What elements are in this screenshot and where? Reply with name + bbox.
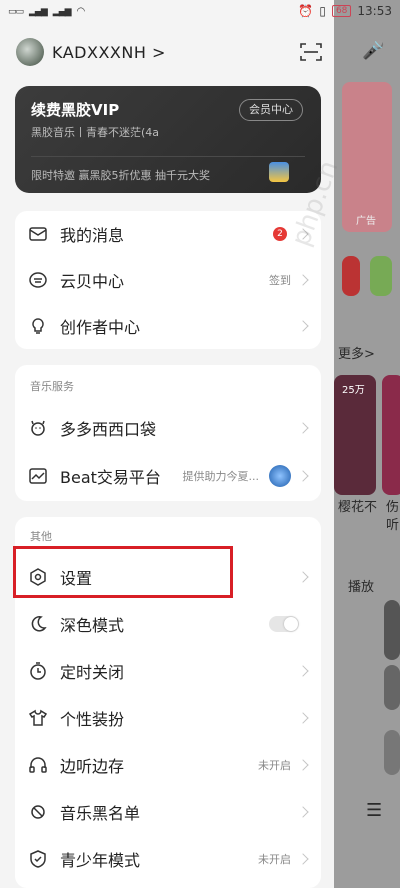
shield-icon xyxy=(30,850,46,868)
background-app: 🎤 广告 更多> 25万 樱花不 伤 听 播放 ☰ xyxy=(334,0,400,888)
chevron-right-icon xyxy=(297,571,309,583)
menu-label: 云贝中心 xyxy=(60,272,125,291)
bg-thumb-1 xyxy=(384,600,400,660)
menu-item-youth-mode[interactable]: 青少年模式 未开启 xyxy=(15,836,321,882)
vip-title: 续费黑胶VIP xyxy=(31,101,120,119)
chart-icon xyxy=(29,468,47,484)
bg-title-1: 樱花不 xyxy=(338,500,378,515)
chevron-right-icon xyxy=(297,806,309,818)
menu-label: 深色模式 xyxy=(60,616,125,635)
menu-item-pocket[interactable]: 多多西西口袋 xyxy=(15,405,321,451)
menu-label: 个性装扮 xyxy=(60,710,125,729)
vibrate-icon: ▯ xyxy=(319,4,326,18)
scan-icon[interactable] xyxy=(300,42,322,62)
chevron-right-icon xyxy=(297,470,309,482)
bg-banner xyxy=(342,82,392,232)
menu-item-blacklist[interactable]: 音乐黑名单 xyxy=(15,789,321,835)
bg-title-2: 伤 xyxy=(386,500,400,515)
menu-label: 定时关闭 xyxy=(60,663,125,682)
member-center-button[interactable]: 会员中心 xyxy=(239,99,303,121)
settings-highlight-box xyxy=(13,546,233,598)
battery-indicator: 68 xyxy=(331,5,352,17)
beat-desc: 提供助力今夏... xyxy=(182,470,260,483)
status-label: 未开启 xyxy=(258,853,291,866)
bg-icon-1 xyxy=(342,256,360,296)
menu-label: 创作者中心 xyxy=(60,318,141,337)
vip-divider xyxy=(31,156,305,157)
menu-label: 青少年模式 xyxy=(60,851,141,870)
wifi-icon: ◠ xyxy=(76,6,86,17)
bg-more[interactable]: 更多> xyxy=(338,343,375,362)
chevron-right-icon xyxy=(297,853,309,865)
checkin-label: 签到 xyxy=(269,274,291,287)
headphone-icon xyxy=(29,757,47,773)
avatar[interactable] xyxy=(16,38,44,66)
menu-item-timer[interactable]: 定时关闭 xyxy=(15,648,321,694)
section-header: 其他 xyxy=(30,530,52,543)
promo-badge-icon xyxy=(269,162,289,182)
menu-label: 边听边存 xyxy=(60,757,125,776)
shirt-icon xyxy=(28,709,48,726)
bg-thumb-3 xyxy=(384,730,400,775)
beat-avatar xyxy=(269,465,291,487)
pet-icon xyxy=(31,420,45,436)
menu-label: 音乐黑名单 xyxy=(60,804,141,823)
menu-item-creator[interactable]: 创作者中心 xyxy=(15,303,321,349)
bg-play-label[interactable]: 播放 xyxy=(348,576,374,595)
coin-icon xyxy=(29,272,47,288)
playlist-icon[interactable]: ☰ xyxy=(366,800,382,821)
menu-item-dressup[interactable]: 个性装扮 xyxy=(15,695,321,741)
chevron-right-icon xyxy=(297,422,309,434)
chevron-right-icon xyxy=(297,665,309,677)
status-label: 未开启 xyxy=(258,759,291,772)
menu-item-beat[interactable]: Beat交易平台 提供助力今夏... xyxy=(15,453,321,499)
mic-icon: 🎤 xyxy=(362,40,385,61)
menu-item-messages[interactable]: 我的消息 2 xyxy=(15,211,321,257)
menu-label: 多多西西口袋 xyxy=(60,420,157,439)
menu-item-cloud-coin[interactable]: 云贝中心 签到 xyxy=(15,257,321,303)
block-icon xyxy=(31,805,45,819)
mail-icon xyxy=(29,227,47,241)
signal-icon: ▂▄▆ xyxy=(52,6,72,17)
menu-label: Beat交易平台 xyxy=(60,468,161,487)
vip-promo[interactable]: 限时特邀 赢黑胶5折优惠 抽千元大奖 xyxy=(31,167,210,183)
username[interactable]: KADXXXNH > xyxy=(52,43,166,62)
dark-mode-toggle[interactable] xyxy=(269,616,299,632)
menu-item-listen-save[interactable]: 边听边存 未开启 xyxy=(15,742,321,788)
signal-icon: ▂▄▆ xyxy=(29,6,48,17)
chevron-right-icon xyxy=(297,320,309,332)
profile-row[interactable]: KADXXXNH > xyxy=(16,38,166,66)
alarm-icon: ⏰ xyxy=(298,4,314,18)
section-header: 音乐服务 xyxy=(30,380,74,393)
menu-label: 我的消息 xyxy=(60,226,125,245)
main-menu-card: 我的消息 2 云贝中心 签到 创作者中心 xyxy=(15,211,321,349)
music-services-card: 音乐服务 多多西西口袋 Beat交易平台 提供助力今夏... xyxy=(15,365,321,501)
bg-icon-2 xyxy=(370,256,392,296)
timer-icon xyxy=(30,662,46,680)
vip-subtitle: 黑胶音乐丨青春不迷茫(4a xyxy=(31,126,160,139)
bg-count: 25万 xyxy=(342,385,365,396)
chevron-right-icon xyxy=(297,759,309,771)
sim-icon: ▭▭ xyxy=(8,6,24,17)
bg-title-3: 听 xyxy=(386,518,400,533)
unread-badge: 2 xyxy=(273,227,287,241)
bulb-icon xyxy=(32,318,44,334)
chevron-right-icon xyxy=(297,712,309,724)
bg-ad-label: 广告 xyxy=(356,216,376,227)
menu-item-dark-mode[interactable]: 深色模式 xyxy=(15,601,321,647)
status-bar: ▭▭ ▂▄▆ ▂▄▆ ◠ ⏰ ▯ 68 13:53 xyxy=(0,0,400,28)
side-drawer: KADXXXNH > 续费黑胶VIP 黑胶音乐丨青春不迷茫(4a 会员中心 限时… xyxy=(0,0,334,888)
bg-cover-2[interactable] xyxy=(382,375,400,495)
chevron-right-icon xyxy=(297,274,309,286)
bg-thumb-2 xyxy=(384,665,400,710)
clock: 13:53 xyxy=(357,4,392,18)
moon-icon xyxy=(31,616,47,632)
